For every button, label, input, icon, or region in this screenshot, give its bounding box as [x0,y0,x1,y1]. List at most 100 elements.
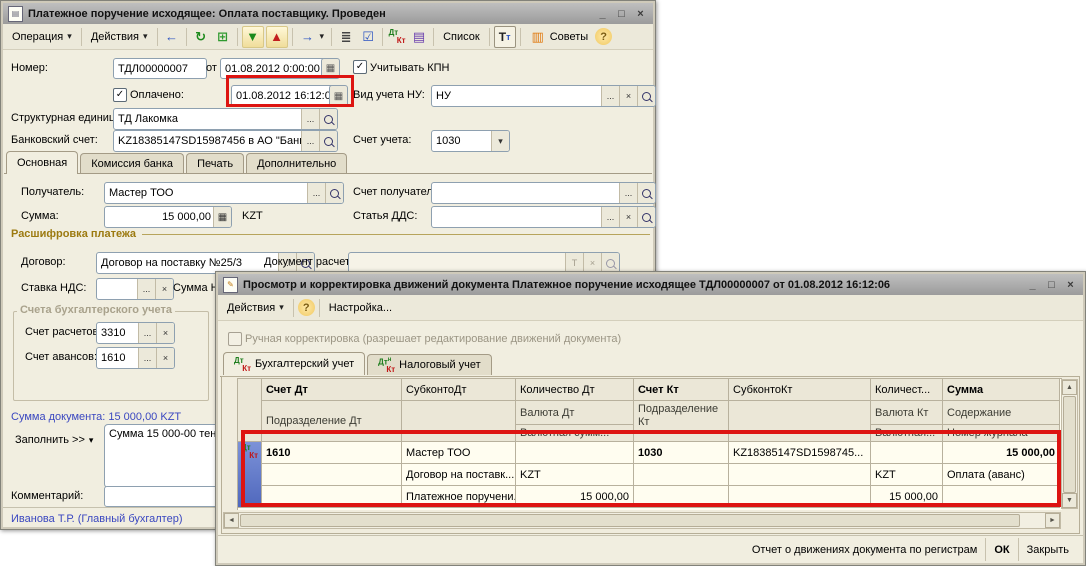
select-button[interactable]: ... [601,86,619,106]
cell-contract[interactable]: Договор на поставк... [402,464,516,486]
col-subheader[interactable]: Номер журнала [943,425,1060,442]
cell-schet-dt[interactable]: 1610 [262,442,402,464]
cell-content[interactable]: Оплата (аванс) [943,464,1060,486]
close-button[interactable]: × [633,7,648,21]
paid-checkbox[interactable]: ✓ [113,88,127,102]
minimize-button[interactable]: _ [595,7,610,21]
reread-icon[interactable]: ↻ [191,27,211,47]
settlement-account-field[interactable]: 3310 ... × [96,322,175,344]
scroll-thumb[interactable] [240,514,1020,527]
maximize-button[interactable]: □ [1044,278,1059,292]
tab-additional[interactable]: Дополнительно [246,153,347,174]
advance-account-field[interactable]: 1610 ... × [96,347,175,369]
cell-currency-sum-kt[interactable]: 15 000,00 [871,486,943,508]
col-subheader[interactable]: Валютная сумм... [516,425,634,442]
journal-icon[interactable]: ▤ [409,27,429,47]
close-window-button[interactable]: Закрыть [1019,541,1077,559]
tab-bank-commission[interactable]: Комиссия банка [80,153,184,174]
nu-accounting-field[interactable]: НУ ... × [431,85,656,107]
vat-rate-field[interactable]: ... × [96,278,174,300]
font-settings-icon[interactable]: Тт [494,26,516,48]
col-subheader[interactable]: Валютная... [871,425,943,442]
tab-main[interactable]: Основная [6,151,78,174]
bank-account-field[interactable]: KZ18385147SD15987456 в АО "Банк ... [113,130,338,152]
close-button[interactable]: × [1063,278,1078,292]
cell-subkonto-kt[interactable]: KZ18385147SD1598745... [729,442,871,464]
row-selector[interactable]: ДтКт [238,442,262,508]
cell[interactable] [634,464,729,486]
cell-payment-doc[interactable]: Платежное поручени... [402,486,516,508]
cell[interactable] [871,442,943,464]
combo-dropdown-button[interactable]: ▾ [491,131,509,151]
cell[interactable] [262,464,402,486]
open-button[interactable] [637,207,655,227]
cell[interactable] [262,486,402,508]
clear-button[interactable]: × [619,207,637,227]
tab-tax-accounting[interactable]: ДтнКт Налоговый учет [367,354,492,375]
check-settings-icon[interactable]: ☑ [358,27,378,47]
scroll-down-button[interactable]: ▼ [1062,493,1077,508]
list-button[interactable]: Список [438,28,485,46]
horizontal-scrollbar[interactable]: ◄ ► [223,512,1061,529]
calculator-button[interactable]: ▦ [213,207,231,227]
col-subheader[interactable]: Содержание [943,401,1060,425]
maximize-button[interactable]: □ [614,7,629,21]
select-button[interactable]: ... [138,348,156,368]
select-button[interactable]: ... [301,109,319,129]
tab-print[interactable]: Печать [186,153,244,174]
col-header[interactable]: Количест... [871,379,943,401]
col-subheader[interactable] [402,401,516,442]
open-button[interactable] [319,109,337,129]
post-document-icon[interactable]: ▼ [242,26,264,48]
clear-button[interactable]: × [156,323,174,343]
open-button[interactable] [601,253,619,273]
actions-menu-button[interactable]: Действия ▾ [222,299,289,317]
type-button[interactable]: Т [565,253,583,273]
ok-button[interactable]: ОК [986,541,1017,559]
open-button[interactable] [637,183,655,203]
cell[interactable] [943,486,1060,508]
structural-unit-field[interactable]: ТД Лакомка ... [113,108,338,130]
select-button[interactable]: ... [301,131,319,151]
cell[interactable] [516,442,634,464]
col-subheader[interactable]: Подразделение Дт [262,401,402,442]
calendar-button[interactable]: ▦ [321,58,340,79]
scroll-right-button[interactable]: ► [1045,513,1060,528]
vertical-scrollbar[interactable]: ▲ ▼ [1061,379,1078,509]
cell-schet-kt[interactable]: 1030 [634,442,729,464]
minimize-button[interactable]: _ [1025,278,1040,292]
tips-button[interactable]: ▥ Советы [525,26,593,48]
go-to-menu-button[interactable]: → ▾ [297,27,328,47]
clear-button[interactable]: × [619,86,637,106]
copy-icon[interactable]: ⊞ [213,27,233,47]
cell[interactable] [729,486,871,508]
open-button[interactable] [637,86,655,106]
clear-button[interactable]: × [155,279,173,299]
help-icon[interactable]: ? [298,299,315,316]
cell[interactable] [729,464,871,486]
payment-order-titlebar[interactable]: ▤ Платежное поручение исходящее: Оплата … [3,3,653,24]
tab-accounting[interactable]: ДтКт Бухгалтерский учет [223,352,365,375]
register-report-button[interactable]: Отчет о движениях документа по регистрам [744,541,986,559]
fill-button[interactable]: Заполнить >> ▾ [7,431,101,449]
unpost-document-icon[interactable]: ▲ [266,26,288,48]
col-header[interactable]: Сумма [943,379,1060,401]
payee-account-field[interactable]: ... [431,182,656,204]
cell-summa[interactable]: 15 000,00 [943,442,1060,464]
col-header[interactable]: СубконтоДт [402,379,516,401]
cell-currency-sum-dt[interactable]: 15 000,00 [516,486,634,508]
payee-field[interactable]: Мастер ТОО ... [104,182,344,204]
number-field[interactable]: ТДЛ00000007 [113,58,207,79]
actions-menu-button[interactable]: Действия ▾ [86,28,153,46]
kpn-checkbox[interactable]: ✓ [353,60,367,74]
col-subheader[interactable] [729,401,871,442]
col-subheader[interactable]: Валюта Кт [871,401,943,425]
movements-titlebar[interactable]: ✎ Просмотр и корректировка движений доку… [218,274,1083,295]
col-header[interactable]: СубконтоКт [729,379,871,401]
clear-button[interactable]: × [156,348,174,368]
cell-currency-dt[interactable]: KZT [516,464,634,486]
post-and-close-icon[interactable]: ← [162,27,182,47]
col-header[interactable]: Счет Дт [262,379,402,401]
scroll-thumb[interactable] [1063,396,1076,493]
document-date-field[interactable]: 01.08.2012 0:00:00 [220,58,326,79]
